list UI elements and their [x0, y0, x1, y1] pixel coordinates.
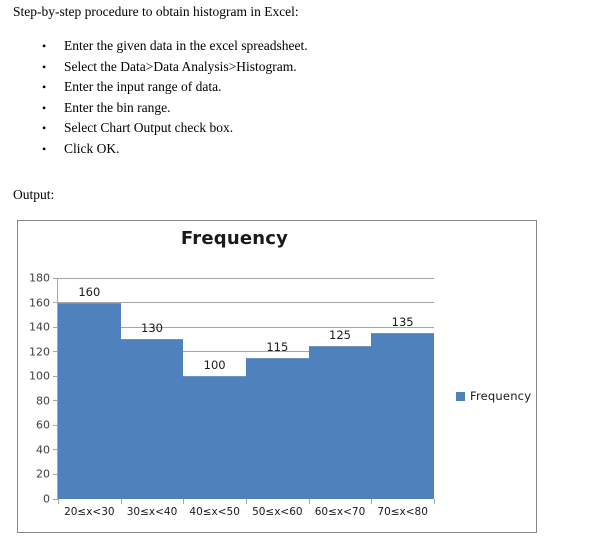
x-axis-tick — [434, 499, 435, 504]
y-axis-tick-label: 160 — [29, 296, 50, 310]
list-item: • Enter the given data in the excel spre… — [13, 36, 433, 57]
bar-data-label: 135 — [391, 315, 414, 330]
bullet-icon: • — [42, 39, 47, 53]
list-item-label: Enter the given data in the excel spread… — [64, 38, 308, 53]
x-axis-tick — [120, 499, 122, 504]
procedure-steps-list: • Enter the given data in the excel spre… — [13, 36, 433, 159]
bar-data-label: 130 — [141, 321, 163, 336]
x-axis-tick-label: 60≤x<70 — [314, 506, 366, 518]
bar-top-edge — [58, 302, 121, 304]
x-axis-tick — [308, 499, 310, 504]
list-item-label: Enter the bin range. — [64, 99, 171, 115]
x-axis-tick-label: 30≤x<40 — [126, 506, 178, 518]
plot-area: 0 20 40 60 80 100 120 140 160 180 160 20≤x<30 130 30≤… — [29, 273, 435, 518]
y-axis-tick-label: 100 — [29, 369, 50, 383]
chart-title: Frequency — [180, 228, 289, 249]
histogram-bar[interactable] — [120, 339, 184, 499]
y-axis-tick-label: 140 — [29, 320, 50, 334]
bar-top-edge — [246, 357, 309, 359]
list-item-label: Enter the input range of data. — [64, 79, 222, 94]
bar-data-label: 160 — [78, 284, 101, 299]
x-axis-tick — [183, 499, 185, 504]
list-item: • Enter the bin range. — [13, 98, 433, 119]
bullet-icon: • — [42, 80, 47, 94]
bullet-icon: • — [42, 121, 47, 135]
bullet-icon: • — [42, 59, 47, 74]
list-item-label: Select Chart Output check box. — [64, 120, 234, 135]
histogram-chart: Frequency 0 20 40 60 80 100 120 140 160 180 160 20≤… — [17, 220, 537, 533]
list-item-label: Select the Data>Data Analysis>Histogram. — [64, 58, 297, 74]
bullet-icon: • — [42, 100, 47, 115]
x-axis-tick — [371, 499, 373, 504]
procedure-heading: Step-by-step procedure to obtain histogr… — [13, 4, 299, 19]
histogram-bar[interactable] — [371, 333, 434, 499]
bar-top-edge — [308, 345, 372, 347]
histogram-bar[interactable] — [308, 345, 372, 499]
histogram-bar[interactable] — [246, 357, 309, 499]
output-label: Output: — [13, 187, 55, 202]
bar-top-edge — [371, 333, 434, 335]
bar-data-label: 125 — [329, 327, 351, 342]
gridline — [58, 277, 434, 279]
bar-data-label: 100 — [203, 358, 226, 373]
y-axis-tick — [53, 277, 58, 279]
y-axis-tick-label: 20 — [36, 467, 50, 481]
list-item: • Select the Data>Data Analysis>Histogra… — [13, 57, 433, 78]
histogram-bar[interactable] — [58, 302, 121, 499]
legend-swatch-icon — [456, 391, 465, 401]
list-item-label: Click OK. — [64, 140, 120, 156]
y-axis-tick-label: 60 — [36, 418, 50, 432]
y-axis-tick-label: 40 — [36, 443, 50, 457]
y-axis-tick-label: 0 — [43, 492, 50, 506]
y-axis-tick-label: 180 — [29, 271, 50, 285]
list-item: • Click OK. — [13, 139, 433, 160]
list-item: • Enter the input range of data. — [13, 77, 433, 98]
bullet-icon: • — [42, 141, 47, 156]
x-axis-tick-label: 50≤x<60 — [252, 506, 303, 518]
bar-data-label: 115 — [266, 339, 289, 354]
x-axis-tick-label: 40≤x<50 — [189, 506, 240, 518]
bar-top-edge — [183, 376, 246, 378]
bar-top-edge — [120, 339, 184, 341]
y-axis-tick-label: 80 — [36, 394, 50, 408]
x-axis-tick-label: 70≤x<80 — [377, 506, 428, 518]
list-item: • Select Chart Output check box. — [13, 118, 433, 139]
x-axis-tick-label: 20≤x<30 — [64, 506, 115, 518]
y-axis-tick-label: 120 — [29, 345, 50, 359]
chart-legend: Frequency — [456, 389, 531, 403]
legend-entry-label: Frequency — [470, 389, 532, 403]
x-axis-tick — [58, 499, 59, 504]
histogram-bar[interactable] — [183, 376, 246, 499]
x-axis-tick — [246, 499, 247, 504]
